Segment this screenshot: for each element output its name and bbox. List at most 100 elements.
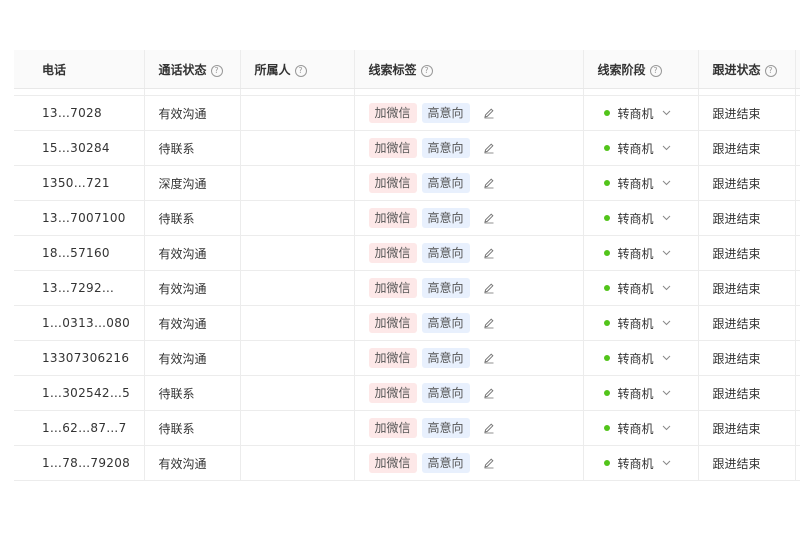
question-circle-icon[interactable]: ? bbox=[649, 64, 662, 77]
pencil-icon[interactable] bbox=[483, 212, 495, 224]
phone-cell: 13307306216 bbox=[14, 340, 145, 376]
follow-status-text: 跟进结束 bbox=[712, 386, 761, 401]
phone-number: 13307306216 bbox=[42, 351, 130, 365]
pencil-icon[interactable] bbox=[483, 352, 495, 364]
chevron-down-icon[interactable] bbox=[662, 110, 671, 116]
stage-cell[interactable]: 转商机 bbox=[583, 270, 699, 306]
stage-cell[interactable]: 转商机 bbox=[583, 130, 699, 166]
table-row[interactable]: 1…302542…5 待联系 加微信 高意向 转商机 跟进结束 bbox=[14, 375, 800, 411]
tag-add-wechat: 加微信 bbox=[368, 278, 417, 298]
owner-cell bbox=[240, 445, 355, 481]
extra-cell bbox=[795, 95, 800, 131]
table-row[interactable]: 1…62…87…7 待联系 加微信 高意向 转商机 跟进结束 bbox=[14, 410, 800, 446]
follow-status-text: 跟进结束 bbox=[712, 176, 761, 191]
phone-cell: 13…7028 bbox=[14, 95, 145, 131]
table-row[interactable]: 18…57160 有效沟通 加微信 高意向 转商机 跟进结束 bbox=[14, 235, 800, 271]
chevron-down-icon[interactable] bbox=[662, 390, 671, 396]
table-row[interactable]: 15…30284 待联系 加微信 高意向 转商机 跟进结束 bbox=[14, 130, 800, 166]
table-row[interactable]: 13…7028 有效沟通 加微信 高意向 转商机 跟进结束 bbox=[14, 95, 800, 131]
follow-status-cell: 跟进结束 bbox=[698, 270, 796, 306]
chevron-down-icon[interactable] bbox=[662, 425, 671, 431]
pencil-icon[interactable] bbox=[483, 107, 495, 119]
extra-cell bbox=[795, 340, 800, 376]
tag-add-wechat: 加微信 bbox=[368, 138, 417, 158]
extra-cell bbox=[795, 235, 800, 271]
table-row[interactable]: 13…7292… 有效沟通 加微信 高意向 转商机 跟进结束 bbox=[14, 270, 800, 306]
pencil-icon[interactable] bbox=[483, 387, 495, 399]
follow-status-cell: 跟进结束 bbox=[698, 305, 796, 341]
chevron-down-icon[interactable] bbox=[662, 250, 671, 256]
stage-status-dot bbox=[603, 180, 610, 186]
phone-number: 15…30284 bbox=[42, 141, 110, 155]
column-header-label: 所属人 bbox=[254, 62, 291, 77]
pencil-icon[interactable] bbox=[483, 142, 495, 154]
call-status-cell: 待联系 bbox=[144, 130, 241, 166]
chevron-down-icon[interactable] bbox=[662, 285, 671, 291]
phone-cell: 13…7292… bbox=[14, 270, 145, 306]
tags-cell: 加微信 高意向 bbox=[354, 165, 584, 201]
chevron-down-icon[interactable] bbox=[662, 180, 671, 186]
extra-cell bbox=[795, 410, 800, 446]
table-row[interactable]: 1…0313…080 有效沟通 加微信 高意向 转商机 跟进结束 bbox=[14, 305, 800, 341]
table-row[interactable]: 13…7007100 待联系 加微信 高意向 转商机 跟进结束 bbox=[14, 200, 800, 236]
table-row[interactable]: 1350…721 深度沟通 加微信 高意向 转商机 跟进结束 bbox=[14, 165, 800, 201]
chevron-down-icon[interactable] bbox=[662, 355, 671, 361]
stage-label: 转商机 bbox=[617, 246, 654, 261]
column-header-stage: 线索阶段? bbox=[583, 50, 699, 89]
stage-cell[interactable]: 转商机 bbox=[583, 340, 699, 376]
leads-table: 电话 通话状态? 所属人? 线索标签? 线索阶段? 跟进状态? 13…7028 … bbox=[14, 50, 800, 481]
phone-number: 1…302542…5 bbox=[42, 386, 131, 400]
stage-status-dot bbox=[603, 320, 610, 326]
stage-cell[interactable]: 转商机 bbox=[583, 200, 699, 236]
stage-cell[interactable]: 转商机 bbox=[583, 235, 699, 271]
table-row[interactable]: 13307306216 有效沟通 加微信 高意向 转商机 跟进结束 bbox=[14, 340, 800, 376]
tag-high-intent: 高意向 bbox=[421, 313, 470, 333]
follow-status-text: 跟进结束 bbox=[712, 456, 761, 471]
chevron-down-icon[interactable] bbox=[662, 320, 671, 326]
pencil-icon[interactable] bbox=[483, 317, 495, 329]
table-row[interactable]: 1…78…79208 有效沟通 加微信 高意向 转商机 跟进结束 bbox=[14, 445, 800, 481]
tag-high-intent: 高意向 bbox=[421, 348, 470, 368]
follow-status-cell: 跟进结束 bbox=[698, 200, 796, 236]
pencil-icon[interactable] bbox=[483, 177, 495, 189]
pencil-icon[interactable] bbox=[483, 457, 495, 469]
tag-add-wechat: 加微信 bbox=[368, 453, 417, 473]
stage-cell[interactable]: 转商机 bbox=[583, 165, 699, 201]
question-circle-icon[interactable]: ? bbox=[294, 64, 307, 77]
column-header-label: 跟进状态 bbox=[712, 62, 761, 77]
call-status-cell: 待联系 bbox=[144, 375, 241, 411]
stage-cell[interactable]: 转商机 bbox=[583, 95, 699, 131]
phone-cell: 1…78…79208 bbox=[14, 445, 145, 481]
follow-status-cell: 跟进结束 bbox=[698, 165, 796, 201]
tag-add-wechat: 加微信 bbox=[368, 208, 417, 228]
phone-cell: 15…30284 bbox=[14, 130, 145, 166]
stage-label: 转商机 bbox=[617, 141, 654, 156]
pencil-icon[interactable] bbox=[483, 282, 495, 294]
extra-cell bbox=[795, 200, 800, 236]
phone-cell: 13…7007100 bbox=[14, 200, 145, 236]
pencil-icon[interactable] bbox=[483, 422, 495, 434]
stage-cell[interactable]: 转商机 bbox=[583, 410, 699, 446]
call-status-text: 有效沟通 bbox=[158, 106, 207, 121]
column-header-tags: 线索标签? bbox=[354, 50, 584, 89]
call-status-text: 待联系 bbox=[158, 211, 195, 226]
phone-number: 1…78…79208 bbox=[42, 456, 131, 470]
tags-cell: 加微信 高意向 bbox=[354, 95, 584, 131]
tag-high-intent: 高意向 bbox=[421, 103, 470, 123]
stage-cell[interactable]: 转商机 bbox=[583, 445, 699, 481]
call-status-cell: 有效沟通 bbox=[144, 305, 241, 341]
tag-high-intent: 高意向 bbox=[421, 278, 470, 298]
chevron-down-icon[interactable] bbox=[662, 145, 671, 151]
question-circle-icon[interactable]: ? bbox=[420, 64, 433, 77]
column-header-extra bbox=[795, 50, 800, 89]
question-circle-icon[interactable]: ? bbox=[764, 64, 777, 77]
stage-cell[interactable]: 转商机 bbox=[583, 375, 699, 411]
pencil-icon[interactable] bbox=[483, 247, 495, 259]
owner-cell bbox=[240, 165, 355, 201]
chevron-down-icon[interactable] bbox=[662, 460, 671, 466]
owner-cell bbox=[240, 95, 355, 131]
stage-cell[interactable]: 转商机 bbox=[583, 305, 699, 341]
question-circle-icon[interactable]: ? bbox=[210, 64, 223, 77]
stage-label: 转商机 bbox=[617, 421, 654, 436]
chevron-down-icon[interactable] bbox=[662, 215, 671, 221]
